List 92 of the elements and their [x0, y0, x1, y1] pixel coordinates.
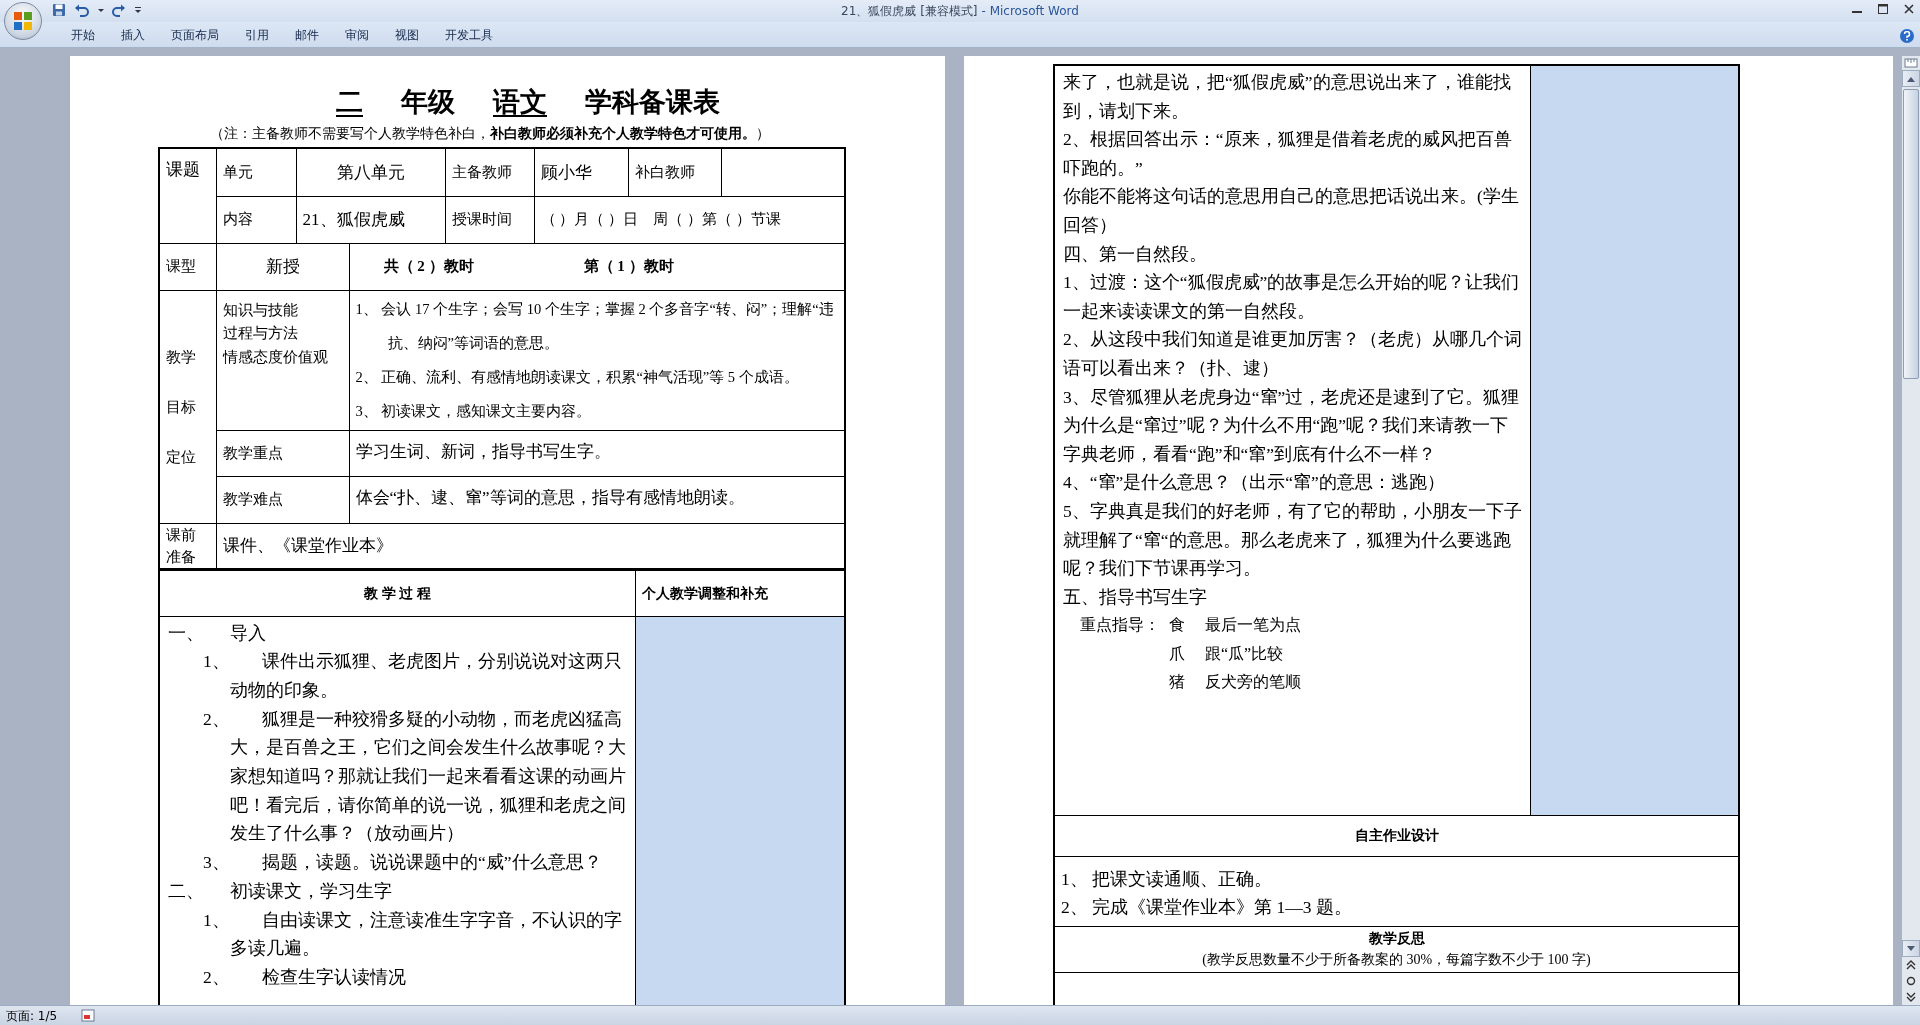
table-cell: 教学重点 [216, 430, 349, 476]
save-icon[interactable] [52, 3, 66, 17]
table-cell-text: 准备 [166, 547, 197, 567]
table-cell-text: 第（ 1 ）教时 [583, 257, 674, 277]
paragraph-text: 3、尽管狐狸从老虎身边“窜”过，老虎还是逮到了它。狐狸为什么是“窜过”呢？为什么不用“跑”呢？我们来请教一下字典老师，看看“跑”和“窜”到底有什么不一样？ [1063, 385, 1521, 466]
paragraph-text: 2、根据回答出示：“原来，狐狸是借着老虎的威风把百兽吓跑的。” [1063, 128, 1513, 180]
list-number: 一、 [168, 621, 205, 645]
list-text: 检查生字认读情况 [262, 966, 406, 987]
header-cell: 教 学 过 程 [159, 570, 635, 616]
title-text: 年级 [401, 87, 455, 117]
ribbon-tab[interactable]: 开始 [58, 21, 108, 48]
question-mark-icon [1903, 31, 1911, 41]
ruler-icon[interactable] [1902, 56, 1920, 70]
scrollbar-thumb[interactable] [1903, 89, 1919, 379]
homework-item: 1、 把课文读通顺、正确。 [1061, 867, 1274, 891]
logo-icon [13, 11, 33, 31]
ribbon-tab[interactable]: 视图 [382, 21, 432, 48]
ribbon-tab[interactable]: 开发工具 [432, 21, 506, 48]
list-text: 揭题，读题。说说课题中的“威”什么意思？ [262, 852, 602, 873]
table-cell-text: 目标 [166, 397, 197, 417]
table-cell: 补白教师 [628, 148, 721, 196]
guide-note: 反犬旁的笔顺 [1205, 672, 1301, 693]
table-cell-text: 情感态度价值观 [222, 347, 329, 367]
guide-note: 最后一笔为点 [1205, 615, 1301, 636]
table-cell: 内容 [216, 196, 296, 243]
list-number: 1、 [203, 908, 231, 932]
ribbon-tab[interactable]: 页面布局 [158, 21, 232, 48]
table-cell: 第八单元 [296, 148, 445, 196]
guide-note: 跟“瓜”比较 [1205, 643, 1284, 664]
list-text: 导入 [230, 622, 266, 643]
table-cell: 主备教师 [445, 148, 534, 196]
table-cell-text: 课题 [166, 159, 201, 181]
table-cell: 新授 [216, 243, 349, 290]
up-arrow-icon[interactable] [1907, 75, 1915, 82]
list-text: 狐狸是一种狡猾多疑的小动物，而老虎凶猛高大，是百兽之王，它们之间会发生什么故事呢？大家想知道吗？那就让我们一起来看看这课的动画片吧！看完后，请你简单的说一说，狐狸和老虎之间发生了什么事？（放动画片） [230, 708, 626, 844]
homework-item: 2、 完成《课堂作业本》第 1—3 题。 [1061, 896, 1353, 920]
paragraph-text: 4、“窜”是什么意思？（出示“窜”的意思：逃跑） [1063, 471, 1446, 495]
ribbon-tab[interactable]: 审阅 [332, 21, 382, 48]
fill-in-line[interactable]: 二 [298, 87, 401, 117]
table-cell-text: 定位 [166, 447, 197, 467]
table-cell: 课型 [159, 243, 216, 290]
table-cell-text: 课前 [166, 525, 197, 545]
header-cell-text: 教学反思 [1367, 930, 1426, 948]
table-cell: 21、狐假虎威 [296, 196, 445, 243]
table-cell-text: 知识与技能 [222, 300, 299, 320]
character-text: 猪 [1169, 672, 1186, 693]
list-text: 初读课文，学习生字 [230, 880, 392, 901]
ribbon-tab[interactable]: 插入 [108, 21, 158, 48]
list-number: 2、 [203, 707, 231, 731]
table-cell-text: 教学 [166, 347, 197, 367]
list-number: 1、 [203, 650, 231, 674]
paragraph-text: 五、指导书写生字 [1063, 585, 1208, 609]
window-title: 21、狐假虎威 [兼容模式] - Microsoft Word [841, 3, 1079, 20]
note-text: (教学反思数量不少于所备教案的 30%，每篇字数不少于 100 字) [1201, 951, 1592, 969]
paragraph-text: 1、过渡：这个“狐假虎威”的故事是怎么开始的呢？让我们一起来读读课文的第一自然段。 [1063, 271, 1521, 323]
down-arrow-icon[interactable] [1907, 945, 1915, 952]
paragraph-text: 来了，也就是说，把“狐假虎威”的意思说出来了，谁能找到，请划下来。 [1063, 71, 1512, 123]
page-indicator[interactable]: 页面: 1/5 [6, 1006, 58, 1025]
character-text: 食 [1169, 615, 1186, 636]
goal-text: 2、 正确、流利、有感情地朗读课文，积累“神气活现”等 5 个成语。 [355, 368, 800, 387]
list-text: 课件出示狐狸、老虎图片，分别说说对这两只动物的印象。 [230, 651, 622, 700]
list-number: 2、 [203, 965, 231, 989]
table-cell: 授课时间 [445, 196, 534, 243]
title-text: 学科备课表 [585, 87, 720, 117]
list-number: 二、 [168, 879, 205, 903]
fill-in-line[interactable]: 语文 [455, 87, 585, 117]
close-icon[interactable] [1904, 3, 1914, 15]
maximize-icon[interactable] [1878, 3, 1888, 15]
list-number: 3、 [203, 851, 231, 875]
ribbon-tab[interactable]: 邮件 [282, 21, 332, 48]
table-cell-text: 过程与方法 [222, 324, 299, 343]
guide-label: 重点指导： [1080, 615, 1161, 636]
redo-icon[interactable] [112, 3, 126, 17]
table-cell: 教学难点 [216, 476, 349, 523]
office-button[interactable] [4, 2, 42, 40]
document-check-icon[interactable] [81, 1009, 96, 1022]
paragraph-text: 你能不能将这句话的意思用自己的意思把话说出来。(学生回答） [1063, 185, 1520, 237]
header-cell: 个人教学调整和补充 [635, 570, 845, 616]
note-text: （注：主备教师不需要写个人教学特色补白，补白教师必须补充个人教学特色才可使用。） [210, 125, 771, 143]
table-cell-text: 共（ 2 ）教时 [383, 257, 474, 277]
paragraph-text: 四、第一自然段。 [1063, 242, 1208, 266]
scrollbar[interactable] [1902, 56, 1920, 1005]
character-text: 爪 [1169, 643, 1186, 664]
ribbon-tab[interactable]: 引用 [232, 21, 282, 48]
table-cell: 顾小华 [534, 148, 628, 196]
paragraph-text: 5、字典真是我们的好老师，有了它的帮助，小朋友一下子就理解了“窜“的意思。那么老虎来了，狐狸为什么要逃跑呢？我们下节课再学习。 [1063, 499, 1523, 581]
paragraph-text: 2、从这段中我们知道是谁更加厉害？（老虎）从哪几个词语可以看出来？（扑、逮） [1063, 328, 1523, 380]
undo-icon[interactable] [74, 3, 90, 17]
table-cell: 单元 [216, 148, 296, 196]
goal-text: 3、 初读课文，感知课文主要内容。 [355, 402, 593, 421]
goal-text: 1、 会认 17 个生字；会写 10 个生字；掌握 2 个多音字“转、闷”；理解“违抗、纳闷”等词语的意思。 [355, 300, 835, 353]
list-text: 自由读课文，注意读准生字字音，不认识的字多读几遍。 [230, 909, 622, 959]
